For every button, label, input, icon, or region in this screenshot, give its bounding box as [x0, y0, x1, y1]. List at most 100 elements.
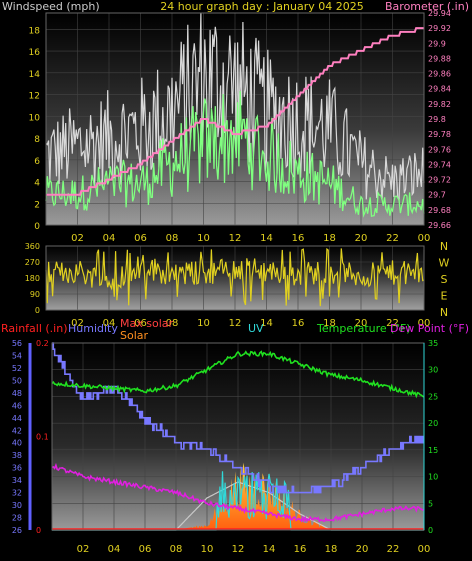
temperature-tick-label: 5 — [428, 499, 433, 508]
rainfall-label: Rainfall (.in) — [1, 322, 68, 335]
barometer-tick-label: 29.8 — [428, 115, 446, 124]
humidity-tick-label: 52 — [12, 364, 22, 373]
time-tick-label: 08 — [166, 233, 179, 244]
time-tick-label: 20 — [355, 233, 368, 244]
humidity-tick-label: 38 — [12, 451, 22, 460]
barometer-tick-label: 29.76 — [428, 145, 451, 154]
humidity-tick-label: 46 — [12, 401, 22, 410]
time-tick-label: 16 — [292, 318, 305, 329]
humidity-tick-label: 50 — [12, 376, 22, 385]
time-tick-label: 16 — [292, 233, 305, 244]
climate-time-axis: 02 04 06 08 10 12 14 16 18 20 22 00 — [77, 544, 431, 555]
barometer-axis-title: Barometer (.in) — [385, 0, 469, 13]
direction-tick-label: 90 — [30, 290, 40, 299]
time-tick-label: 00 — [418, 233, 431, 244]
barometer-tick-label: 29.68 — [428, 206, 451, 215]
barometer-tick-label: 29.86 — [428, 70, 451, 79]
time-tick-label: 04 — [108, 544, 121, 555]
uv-label: UV — [248, 322, 264, 335]
compass-label: W — [439, 257, 450, 270]
rain-tick-label: 0.2 — [36, 339, 49, 348]
time-tick-label: 06 — [139, 544, 152, 555]
rain-tick-label: 0 — [36, 526, 41, 535]
barometer-tick-label: 29.9 — [428, 39, 446, 48]
time-tick-label: 12 — [232, 544, 245, 555]
direction-tick-label: 180 — [25, 274, 40, 283]
windspeed-tick-label: 10 — [29, 113, 41, 123]
time-tick-label: 10 — [197, 233, 210, 244]
barometer-tick-label: 29.94 — [428, 9, 451, 18]
time-tick-label: 00 — [418, 544, 431, 555]
temperature-tick-label: 15 — [428, 446, 438, 455]
barometer-tick-label: 29.84 — [428, 85, 451, 94]
windspeed-tick-label: 2 — [34, 200, 40, 210]
direction-axis-ticks: 360 270 180 90 0 — [25, 242, 40, 315]
barometer-tick-label: 29.72 — [428, 176, 451, 185]
graph-title: 24 hour graph day : January 04 2025 — [160, 0, 364, 13]
windspeed-tick-label: 12 — [29, 92, 40, 102]
compass-labels: NWSEN — [439, 240, 450, 319]
temperature-tick-label: 20 — [428, 419, 438, 428]
dew-point-label: Dew Point (°F) — [390, 322, 469, 335]
humidity-tick-label: 40 — [12, 439, 22, 448]
time-tick-label: 18 — [323, 233, 336, 244]
time-tick-label: 20 — [356, 544, 369, 555]
humidity-tick-label: 28 — [12, 514, 22, 523]
humidity-axis-ticks: 26 28 30 32 34 36 38 40 42 44 46 48 50 52 54 56 — [12, 339, 22, 535]
windspeed-axis-title: Windspeed (mph) — [2, 0, 100, 13]
temperature-tick-label: 30 — [428, 366, 438, 375]
humidity-label: Humidity — [68, 322, 118, 335]
time-tick-label: 12 — [229, 318, 242, 329]
humidity-tick-label: 36 — [12, 464, 22, 473]
compass-label: S — [441, 273, 448, 286]
time-tick-label: 08 — [170, 544, 183, 555]
direction-tick-label: 0 — [35, 306, 40, 315]
humidity-tick-label: 54 — [12, 351, 22, 360]
temperature-tick-label: 10 — [428, 473, 438, 482]
barometer-tick-label: 29.88 — [428, 54, 451, 63]
time-tick-label: 10 — [197, 318, 210, 329]
time-tick-label: 14 — [260, 233, 273, 244]
temperature-tick-label: 0 — [428, 526, 433, 535]
time-tick-label: 14 — [263, 544, 276, 555]
compass-label: N — [440, 240, 448, 253]
humidity-tick-label: 48 — [12, 389, 22, 398]
wind-time-axis: 02 04 06 08 10 12 14 16 18 20 22 00 — [71, 233, 430, 244]
windspeed-axis-ticks: 0 2 4 6 8 10 12 14 16 18 — [29, 26, 41, 232]
time-tick-label: 18 — [325, 544, 338, 555]
barometer-tick-label: 29.92 — [428, 24, 451, 33]
direction-tick-label: 360 — [25, 242, 40, 251]
barometer-tick-label: 29.82 — [428, 100, 451, 109]
humidity-tick-label: 42 — [12, 426, 22, 435]
time-tick-label: 22 — [387, 544, 400, 555]
temperature-axis-ticks: 0 5 10 15 20 25 30 35 — [428, 339, 438, 535]
windspeed-tick-label: 14 — [29, 70, 41, 80]
time-tick-label: 22 — [386, 233, 399, 244]
compass-label: N — [440, 306, 448, 319]
time-tick-label: 02 — [77, 544, 90, 555]
barometer-tick-label: 29.7 — [428, 191, 446, 200]
rain-axis-ticks: 0 0.1 0.2 — [36, 339, 49, 535]
barometer-tick-label: 29.78 — [428, 130, 451, 139]
humidity-tick-label: 56 — [12, 339, 22, 348]
humidity-tick-label: 44 — [12, 414, 22, 423]
compass-label: E — [441, 290, 448, 303]
weather-graph: Windspeed (mph) 24 hour graph day : Janu… — [1, 0, 469, 555]
time-tick-label: 04 — [103, 233, 116, 244]
windspeed-tick-label: 18 — [29, 26, 41, 36]
solar-label: Solar — [120, 329, 149, 342]
temperature-tick-label: 35 — [428, 339, 438, 348]
windspeed-tick-label: 0 — [34, 222, 40, 232]
humidity-tick-label: 26 — [12, 526, 22, 535]
time-tick-label: 10 — [201, 544, 214, 555]
windspeed-tick-label: 8 — [34, 135, 40, 145]
time-tick-label: 06 — [134, 233, 147, 244]
humidity-tick-label: 34 — [12, 476, 22, 485]
rain-tick-label: 0.1 — [36, 433, 49, 442]
barometer-axis-ticks: 29.66 29.68 29.7 29.72 29.74 29.76 29.78 29.8 29… — [428, 9, 451, 230]
temperature-tick-label: 25 — [428, 392, 438, 401]
barometer-tick-label: 29.66 — [428, 221, 451, 230]
time-tick-label: 12 — [229, 233, 242, 244]
time-tick-label: 16 — [294, 544, 307, 555]
direction-tick-label: 270 — [25, 258, 40, 267]
